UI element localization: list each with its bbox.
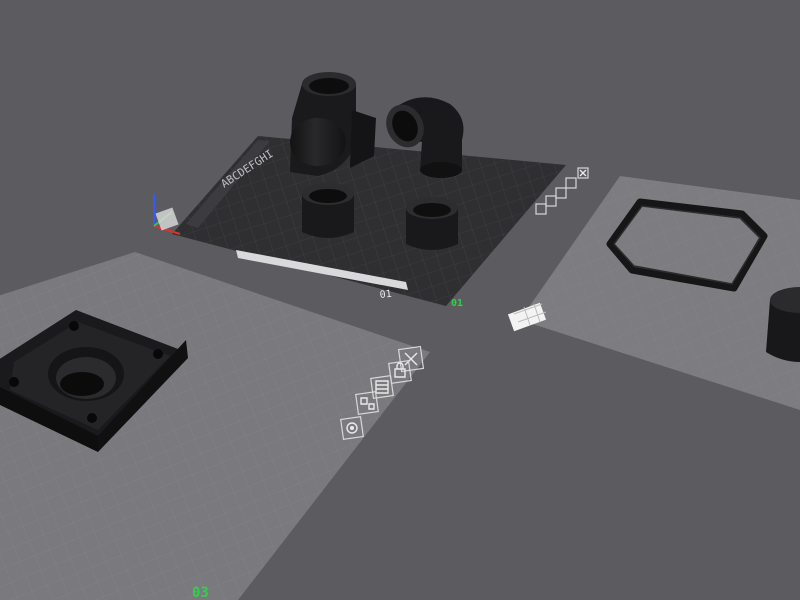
model-pipe-reducer[interactable]	[290, 72, 376, 176]
plate-2-select-button[interactable]	[507, 302, 547, 332]
plate-1-bed-number: 01	[379, 289, 392, 301]
plate-1-settings-button[interactable]	[535, 203, 547, 215]
plate-1-lock-button[interactable]	[565, 177, 577, 189]
build-scene[interactable]: 03 ABCDEFGHI 01 01 close-icon	[0, 0, 800, 600]
plate-2[interactable]	[520, 176, 800, 410]
model-cylinder-plate-2[interactable]	[766, 287, 800, 362]
model-pipe-sleeve[interactable]	[302, 183, 354, 238]
plate-1-close-button[interactable]	[577, 167, 589, 179]
plate-1-arrange-button[interactable]	[545, 195, 557, 207]
axis-gizmo	[153, 194, 181, 235]
model-pipe-cap[interactable]	[406, 197, 458, 250]
3d-viewport[interactable]: 03 ABCDEFGHI 01 01	[0, 0, 800, 600]
plate-1-auto-orient-button[interactable]	[555, 187, 567, 199]
plate-1[interactable]: ABCDEFGHI 01 01	[172, 136, 566, 309]
plate-1-number: 01	[451, 298, 463, 309]
plate-3-number: 03	[192, 585, 209, 600]
